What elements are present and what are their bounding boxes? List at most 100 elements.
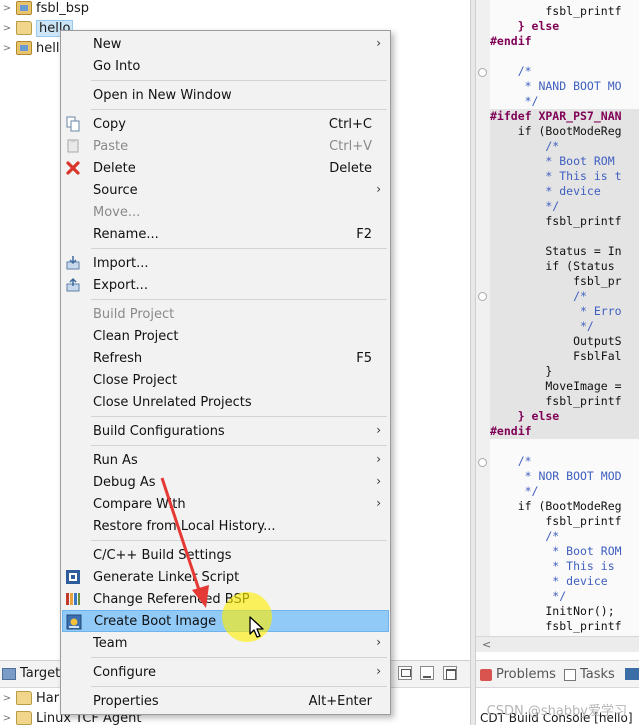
code-line: fsbl_pr (490, 274, 639, 289)
menu-item-label: Run As (93, 452, 138, 468)
code-line: if (BootModeReg (490, 499, 622, 513)
menu-item-label: New (93, 36, 122, 52)
menu-item-c-c-build-settings[interactable]: C/C++ Build Settings (62, 544, 389, 566)
menu-item-label: Create Boot Image (94, 613, 217, 629)
menu-item-clean-project[interactable]: Clean Project (62, 325, 389, 347)
code-line: */ (490, 199, 639, 214)
menu-item-label: Move... (93, 204, 141, 220)
menu-item-move[interactable]: Move... (62, 201, 389, 223)
menu-item-label: Generate Linker Script (93, 569, 240, 585)
expand-arrow-icon[interactable]: > (0, 693, 14, 704)
code-editor[interactable]: fsbl_printf } else #endif /* * NAND BOOT … (476, 0, 639, 640)
menu-item-label: Close Project (93, 372, 178, 388)
menu-item-label: Compare With (93, 496, 186, 512)
menu-item-shortcut: Alt+Enter (308, 693, 372, 709)
code-line: */ (490, 94, 539, 108)
menu-item-run-as[interactable]: Run As › (62, 449, 389, 471)
menu-item-label: Debug As (93, 474, 156, 490)
code-line: * device (490, 184, 639, 199)
expand-arrow-icon[interactable]: > (0, 43, 14, 54)
fold-marker-icon[interactable] (478, 68, 487, 77)
target-icon (2, 667, 16, 680)
copy-icon (65, 116, 81, 132)
tab-target[interactable]: Target (2, 666, 60, 681)
menu-item-copy[interactable]: Copy Ctrl+C (62, 113, 389, 135)
tree-item-label: hell (36, 40, 60, 56)
menu-separator (91, 80, 387, 81)
menu-item-build-project[interactable]: Build Project (62, 303, 389, 325)
code-line: InitNor(); (490, 604, 615, 618)
submenu-arrow-icon: › (376, 664, 381, 678)
code-line: if (BootModeReg (490, 124, 639, 139)
tree-item-hardware[interactable]: > Har (0, 688, 59, 708)
menu-item-label: Clean Project (93, 328, 179, 344)
menu-item-generate-linker-script[interactable]: Generate Linker Script (62, 566, 389, 588)
horizontal-scrollbar[interactable]: < (476, 636, 639, 652)
code-line: fsbl_printf (490, 514, 622, 528)
menu-item-build-configurations[interactable]: Build Configurations › (62, 420, 389, 442)
expand-arrow-icon[interactable]: > (0, 3, 14, 14)
problems-icon (480, 668, 492, 681)
tab-problems[interactable]: Problems (480, 667, 556, 682)
menu-item-configure[interactable]: Configure › (62, 661, 389, 683)
watermark: CSDN @shabby爱学习 (486, 704, 627, 719)
menu-item-properties[interactable]: Properties Alt+Enter (62, 690, 389, 712)
menu-item-refresh[interactable]: Refresh F5 (62, 347, 389, 369)
menu-item-label: Build Configurations (93, 423, 225, 439)
editor-gutter (476, 0, 490, 640)
menu-item-close-project[interactable]: Close Project (62, 369, 389, 391)
maximize-icon[interactable] (443, 666, 457, 680)
tree-item-hell[interactable]: > hell (0, 38, 60, 58)
menu-item-label: Properties (93, 693, 159, 709)
fold-marker-icon[interactable] (478, 458, 487, 467)
menu-item-close-unrelated-projects[interactable]: Close Unrelated Projects (62, 391, 389, 413)
tab-tasks[interactable]: Tasks (564, 667, 615, 682)
menu-item-shortcut: F5 (356, 350, 372, 366)
menu-item-shortcut: Ctrl+C (328, 116, 372, 132)
menu-item-label: Team (93, 635, 128, 651)
code-line: */ (490, 484, 539, 498)
menu-item-label: Restore from Local History... (93, 518, 276, 534)
expand-arrow-icon[interactable]: > (0, 713, 14, 724)
submenu-arrow-icon: › (376, 635, 381, 649)
menu-item-label: Refresh (93, 350, 143, 366)
linker-script-icon (65, 569, 81, 585)
code-line: } (490, 364, 639, 379)
menu-item-new[interactable]: New › (62, 33, 389, 55)
menu-item-source[interactable]: Source › (62, 179, 389, 201)
minimize-icon[interactable] (420, 666, 434, 680)
console-icon[interactable] (625, 668, 639, 680)
tree-item-label: fsbl_bsp (36, 0, 89, 16)
code-line: * This is (490, 559, 615, 573)
menu-item-label: Configure (93, 664, 157, 680)
menu-item-restore-from-local-history[interactable]: Restore from Local History... (62, 515, 389, 537)
delete-icon (65, 160, 81, 176)
tab-label: Tasks (580, 667, 615, 682)
open-folder-icon (16, 21, 32, 35)
menu-item-export[interactable]: Export... (62, 274, 389, 296)
tree-item-fsbl-bsp[interactable]: > fsbl_bsp (0, 0, 89, 18)
menu-item-go-into[interactable]: Go Into (62, 55, 389, 77)
code-line: Status = In (490, 244, 639, 259)
submenu-arrow-icon: › (376, 496, 381, 510)
menu-item-debug-as[interactable]: Debug As › (62, 471, 389, 493)
menu-item-rename[interactable]: Rename... F2 (62, 223, 389, 245)
view-menu-icon[interactable] (398, 666, 412, 680)
code-line: fsbl_printf (490, 4, 622, 18)
menu-item-team[interactable]: Team › (62, 632, 389, 654)
menu-item-open-in-new-window[interactable]: Open in New Window (62, 84, 389, 106)
bsp-project-icon (16, 1, 32, 15)
menu-item-delete[interactable]: Delete Delete (62, 157, 389, 179)
menu-item-import[interactable]: Import... (62, 252, 389, 274)
menu-item-paste[interactable]: Paste Ctrl+V (62, 135, 389, 157)
menu-item-label: Go Into (93, 58, 141, 74)
menu-item-label: Copy (93, 116, 126, 132)
code-line: FsblFal (490, 349, 639, 364)
expand-arrow-icon[interactable]: > (0, 23, 14, 34)
fold-marker-icon[interactable] (478, 292, 487, 301)
menu-item-label: Export... (93, 277, 148, 293)
menu-item-compare-with[interactable]: Compare With › (62, 493, 389, 515)
scroll-left-icon[interactable]: < (482, 638, 491, 651)
